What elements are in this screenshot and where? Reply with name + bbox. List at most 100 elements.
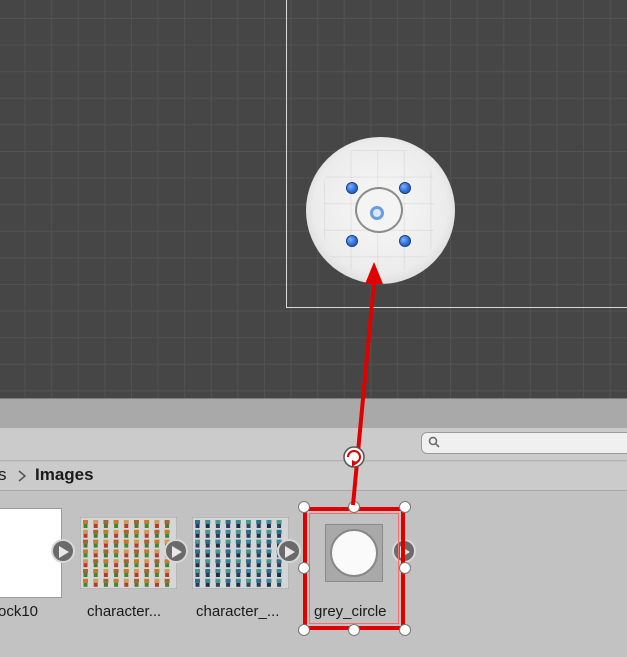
rect-handle-bottom-right[interactable] <box>399 235 411 247</box>
sprite-cell <box>256 539 262 544</box>
sprite-cell <box>246 524 251 528</box>
sprite-cell <box>103 524 108 528</box>
sprite-cell <box>235 569 241 573</box>
resize-handle-right[interactable] <box>399 562 411 574</box>
sprite-cell <box>226 533 231 538</box>
sprite-cell <box>123 578 129 583</box>
sprite-cell <box>93 553 98 558</box>
sprite-cell <box>93 582 98 587</box>
search-input[interactable] <box>421 432 627 454</box>
sprite-cell <box>93 529 99 534</box>
sprite-cell <box>93 573 98 577</box>
sprite-cell <box>144 529 150 534</box>
resize-handle-top[interactable] <box>348 501 360 513</box>
sprite-cell <box>103 563 108 568</box>
sprite-cell <box>83 569 88 573</box>
sprite-cell <box>113 578 119 583</box>
rect-handle-top-left[interactable] <box>346 182 358 194</box>
sprite-cell <box>266 573 271 577</box>
sprite-cell <box>103 549 109 554</box>
sprite-cell <box>226 543 231 548</box>
sprite-cell <box>124 543 129 548</box>
sprite-cell <box>246 529 251 534</box>
pivot-handle[interactable] <box>370 206 384 220</box>
expand-arrow-icon[interactable] <box>164 539 188 563</box>
sprite-cell <box>154 549 160 554</box>
sprite-cell <box>195 549 200 554</box>
sprite-cell <box>256 559 262 564</box>
asset-thumbnail-character-sheet-2[interactable] <box>192 517 289 589</box>
sprite-cell <box>195 529 200 534</box>
sprite-cell <box>226 573 231 577</box>
sprite-cell <box>195 563 200 568</box>
sprite-cell <box>236 573 241 577</box>
sprite-cell <box>114 563 119 568</box>
sprite-cell <box>236 524 241 528</box>
sprite-cell <box>93 524 98 528</box>
sprite-cell <box>154 559 160 564</box>
sprite-cell <box>225 559 231 564</box>
sprite-cell <box>144 524 149 528</box>
resize-handle-bottom-left[interactable] <box>298 624 310 636</box>
sprite-cell <box>256 563 261 568</box>
sprite-cell <box>134 539 139 544</box>
sprite-cell <box>205 569 211 573</box>
sprite-cell <box>83 549 88 554</box>
resize-handle-bottom[interactable] <box>348 624 360 636</box>
sprite-cell <box>83 553 88 558</box>
sprite-cell <box>205 533 210 538</box>
sprite-cell <box>236 563 241 568</box>
sprite-cell <box>266 569 272 573</box>
sprite-cell <box>205 559 211 564</box>
resize-handle-top-right[interactable] <box>399 501 411 513</box>
sprite-cell <box>103 569 109 573</box>
sprite-cell <box>93 559 99 564</box>
sprite-cell <box>124 553 129 558</box>
sprite-cell <box>195 569 200 573</box>
sprite-cell <box>114 582 119 587</box>
sprite-cell <box>195 524 200 528</box>
sprite-cell <box>195 543 200 548</box>
sprite-cell <box>215 573 220 577</box>
asset-thumbnail-character-sheet-1[interactable] <box>80 517 177 589</box>
sprite-cell <box>215 520 221 524</box>
sprite-cell <box>164 578 170 583</box>
sprite-cell <box>277 582 282 587</box>
sprite-cell <box>256 524 261 528</box>
sprite-cell <box>195 520 200 524</box>
rect-handle-top-right[interactable] <box>399 182 411 194</box>
sprite-cell <box>93 578 99 583</box>
sprite-cell <box>154 529 160 534</box>
sprite-cell <box>225 529 231 534</box>
rect-handle-bottom-left[interactable] <box>346 235 358 247</box>
expand-arrow-icon[interactable] <box>277 539 301 563</box>
panel-divider[interactable] <box>0 398 627 429</box>
sprite-cell <box>134 559 139 564</box>
resize-handle-top-left[interactable] <box>298 501 310 513</box>
sprite-cell <box>154 569 160 573</box>
expand-arrow-icon[interactable] <box>51 539 75 563</box>
resize-handle-bottom-right[interactable] <box>399 624 411 636</box>
sprite-cell <box>113 569 119 573</box>
sprite-cell <box>205 539 211 544</box>
breadcrumb-item-previous[interactable]: s <box>0 465 7 485</box>
sprite-cell <box>246 543 251 548</box>
sprite-cell <box>123 520 129 524</box>
resize-handle-left[interactable] <box>298 562 310 574</box>
sprite-cell <box>195 573 200 577</box>
sprite-cell <box>205 582 210 587</box>
sprite-cell <box>195 533 200 538</box>
sprite-cell <box>246 539 251 544</box>
sprite-cell <box>164 569 170 573</box>
sprite-cell <box>83 543 88 548</box>
scene-view[interactable] <box>0 0 627 398</box>
sprite-cell <box>144 573 149 577</box>
sprite-cell <box>93 563 98 568</box>
sprite-cell <box>83 520 88 524</box>
sprite-cell <box>215 533 220 538</box>
sprite-cell <box>165 563 170 568</box>
sprite-cell <box>83 529 88 534</box>
sprite-cell <box>164 520 170 524</box>
search-icon <box>428 436 440 448</box>
breadcrumb-item-images[interactable]: Images <box>35 465 94 485</box>
